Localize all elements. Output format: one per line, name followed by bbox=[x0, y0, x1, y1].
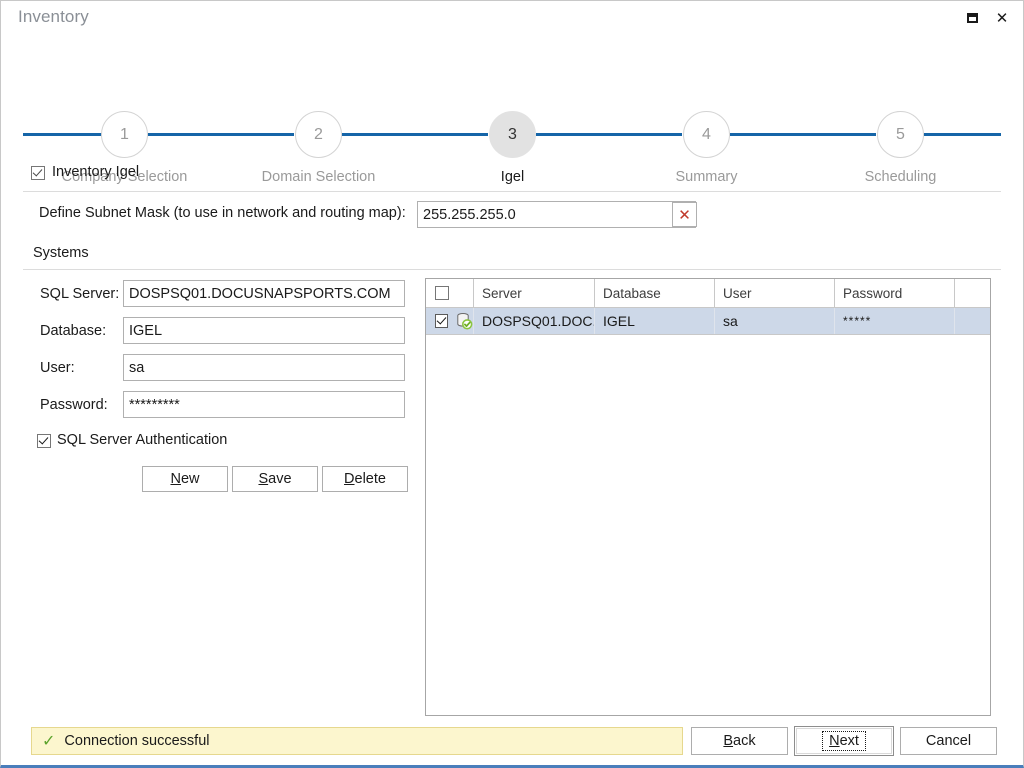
grid-header-database[interactable]: Database bbox=[595, 279, 715, 307]
inventory-igel-label: Inventory Igel bbox=[52, 164, 140, 180]
stepper-step-4[interactable]: 4 Summary bbox=[675, 111, 738, 185]
stepper-step-5[interactable]: 5 Scheduling bbox=[865, 111, 936, 185]
delete-button-accel: D bbox=[344, 471, 355, 487]
systems-grid[interactable]: Server Database User Password DOSPSQ01.D… bbox=[425, 278, 991, 716]
save-button-label: ave bbox=[268, 471, 292, 487]
stepper-step-2-number: 2 bbox=[295, 111, 342, 158]
back-button-label: ack bbox=[733, 733, 756, 749]
success-check-icon: ✓ bbox=[42, 731, 56, 750]
row-checkbox[interactable] bbox=[435, 314, 448, 328]
database-input[interactable]: IGEL bbox=[123, 317, 405, 344]
new-button-label: ew bbox=[180, 471, 200, 487]
title-bar: Inventory ✕ bbox=[1, 1, 1023, 35]
next-button[interactable]: Next bbox=[794, 726, 894, 756]
divider-systems bbox=[23, 269, 1001, 270]
status-bar: ✓ Connection successful bbox=[31, 727, 683, 755]
maximize-button[interactable] bbox=[959, 5, 985, 31]
sql-server-auth-checkbox[interactable] bbox=[37, 434, 51, 448]
row-server: DOSPSQ01.DOC... bbox=[474, 308, 595, 334]
row-user: sa bbox=[715, 308, 835, 334]
subnet-mask-clear-icon[interactable]: ✕ bbox=[672, 202, 697, 227]
new-button-accel: N bbox=[170, 471, 181, 487]
close-button[interactable]: ✕ bbox=[989, 5, 1015, 31]
save-button[interactable]: Save bbox=[232, 466, 318, 492]
row-password: ***** bbox=[835, 308, 955, 334]
sql-server-auth-label: SQL Server Authentication bbox=[57, 432, 228, 448]
grid-header-select-all[interactable] bbox=[426, 279, 474, 307]
stepper-step-2-label: Domain Selection bbox=[261, 169, 376, 185]
subnet-mask-label: Define Subnet Mask (to use in network an… bbox=[39, 205, 406, 221]
sql-server-input[interactable]: DOSPSQ01.DOCUSNAPSPORTS.COM bbox=[123, 280, 405, 307]
user-input[interactable]: sa bbox=[123, 354, 405, 381]
database-ok-icon bbox=[455, 312, 473, 330]
sql-server-label: SQL Server: bbox=[40, 286, 120, 302]
grid-header-user[interactable]: User bbox=[715, 279, 835, 307]
stepper-step-5-label: Scheduling bbox=[864, 169, 937, 185]
user-label: User: bbox=[40, 360, 75, 376]
stepper-step-1[interactable]: 1 Company Selection bbox=[62, 111, 187, 185]
database-label: Database: bbox=[40, 323, 107, 339]
select-all-checkbox[interactable] bbox=[435, 286, 449, 300]
status-text: Connection successful bbox=[64, 733, 210, 749]
stepper-step-3-number: 3 bbox=[489, 111, 536, 158]
inventory-wizard-window: Inventory ✕ 1 Company Selection 2 Domain… bbox=[0, 0, 1024, 768]
close-icon: ✕ bbox=[995, 8, 1009, 27]
divider-top bbox=[23, 191, 1001, 192]
stepper-connector bbox=[148, 133, 294, 136]
grid-header-server[interactable]: Server bbox=[474, 279, 595, 307]
window-title: Inventory bbox=[18, 7, 89, 26]
maximize-icon bbox=[966, 13, 978, 23]
next-button-accel: N bbox=[829, 733, 840, 749]
stepper-connector bbox=[924, 133, 1001, 136]
stepper-step-4-number: 4 bbox=[683, 111, 730, 158]
grid-header-row: Server Database User Password bbox=[426, 279, 990, 308]
stepper-step-5-number: 5 bbox=[877, 111, 924, 158]
table-row[interactable]: DOSPSQ01.DOC... IGEL sa ***** bbox=[426, 308, 990, 335]
grid-header-spacer bbox=[955, 279, 990, 307]
stepper-connector bbox=[730, 133, 876, 136]
systems-section-label: Systems bbox=[33, 245, 89, 261]
stepper-step-1-number: 1 bbox=[101, 111, 148, 158]
delete-button[interactable]: Delete bbox=[322, 466, 408, 492]
inventory-igel-checkbox[interactable] bbox=[31, 166, 45, 180]
password-label: Password: bbox=[40, 397, 108, 413]
row-database: IGEL bbox=[595, 308, 715, 334]
password-input[interactable]: ********* bbox=[123, 391, 405, 418]
cancel-button-label: Cancel bbox=[925, 733, 972, 749]
back-button-accel: B bbox=[723, 733, 734, 749]
back-button[interactable]: Back bbox=[691, 727, 788, 755]
subnet-mask-input[interactable]: 255.255.255.0 bbox=[417, 201, 696, 228]
grid-header-password[interactable]: Password bbox=[835, 279, 955, 307]
stepper-step-4-label: Summary bbox=[675, 169, 738, 185]
save-button-accel: S bbox=[258, 471, 269, 487]
stepper-step-3[interactable]: 3 Igel bbox=[489, 111, 536, 185]
new-button[interactable]: New bbox=[142, 466, 228, 492]
next-button-label: ext bbox=[839, 733, 859, 749]
stepper-step-3-label: Igel bbox=[500, 169, 525, 185]
row-select-cell[interactable] bbox=[426, 308, 474, 334]
wizard-stepper: 1 Company Selection 2 Domain Selection 3… bbox=[1, 51, 1023, 185]
stepper-step-2[interactable]: 2 Domain Selection bbox=[262, 111, 375, 185]
stepper-connector bbox=[536, 133, 682, 136]
row-spacer bbox=[955, 308, 990, 334]
cancel-button[interactable]: Cancel bbox=[900, 727, 997, 755]
stepper-connector bbox=[342, 133, 488, 136]
delete-button-label: elete bbox=[354, 471, 386, 487]
